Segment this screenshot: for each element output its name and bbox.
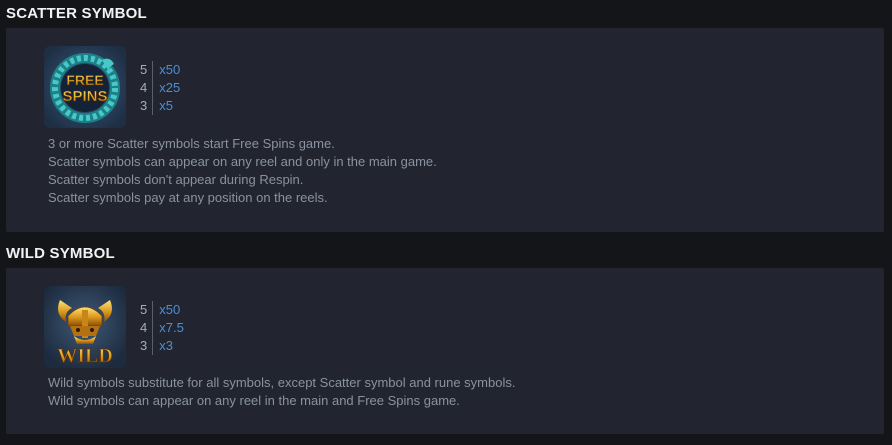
- payout-multiplier: x50: [152, 61, 181, 79]
- payout-multiplier: x5: [152, 97, 181, 115]
- section-header-scatter: SCATTER SYMBOL: [6, 5, 147, 22]
- section-header-wild: WILD SYMBOL: [6, 245, 115, 262]
- wild-payout-table: 5 x50 4 x7.5 3 x3: [140, 301, 184, 355]
- payout-multiplier: x7.5: [152, 319, 184, 337]
- payout-row: 5 x50: [140, 61, 181, 79]
- payout-row: 3 x5: [140, 97, 181, 115]
- description-line: Scatter symbols don't appear during Resp…: [48, 172, 304, 187]
- payout-row: 5 x50: [140, 301, 184, 319]
- description-line: Scatter symbols pay at any position on t…: [48, 190, 328, 205]
- payout-count: 3: [140, 98, 148, 113]
- payout-count: 5: [140, 62, 148, 77]
- scatter-description: 3 or more Scatter symbols start Free Spi…: [48, 135, 437, 207]
- description-line: Wild symbols can appear on any reel in t…: [48, 393, 460, 408]
- payout-row: 4 x25: [140, 79, 181, 97]
- viking-helmet-wild-icon: WILD: [44, 286, 126, 368]
- description-line: Scatter symbols can appear on any reel a…: [48, 154, 437, 169]
- payout-count: 4: [140, 320, 148, 335]
- description-line: Wild symbols substitute for all symbols,…: [48, 375, 516, 390]
- payout-row: 4 x7.5: [140, 319, 184, 337]
- payout-count: 5: [140, 302, 148, 317]
- svg-text:SPINS: SPINS: [62, 88, 107, 105]
- payout-count: 3: [140, 338, 148, 353]
- payout-multiplier: x25: [152, 79, 181, 97]
- scatter-payout-table: 5 x50 4 x25 3 x5: [140, 61, 181, 115]
- description-line: 3 or more Scatter symbols start Free Spi…: [48, 136, 335, 151]
- payout-count: 4: [140, 80, 148, 95]
- svg-text:WILD: WILD: [57, 345, 113, 367]
- wild-panel: WILD 5 x50 4 x7.5 3 x3 Wild symbols subs…: [6, 268, 884, 434]
- wild-description: Wild symbols substitute for all symbols,…: [48, 374, 515, 410]
- payout-multiplier: x3: [152, 337, 184, 355]
- free-spins-scatter-icon: FREE SPINS: [44, 46, 126, 128]
- payout-row: 3 x3: [140, 337, 184, 355]
- payout-multiplier: x50: [152, 301, 184, 319]
- scatter-panel: FREE SPINS 5 x50 4 x25 3 x5 3 or more Sc…: [6, 28, 884, 232]
- svg-text:FREE: FREE: [66, 72, 103, 88]
